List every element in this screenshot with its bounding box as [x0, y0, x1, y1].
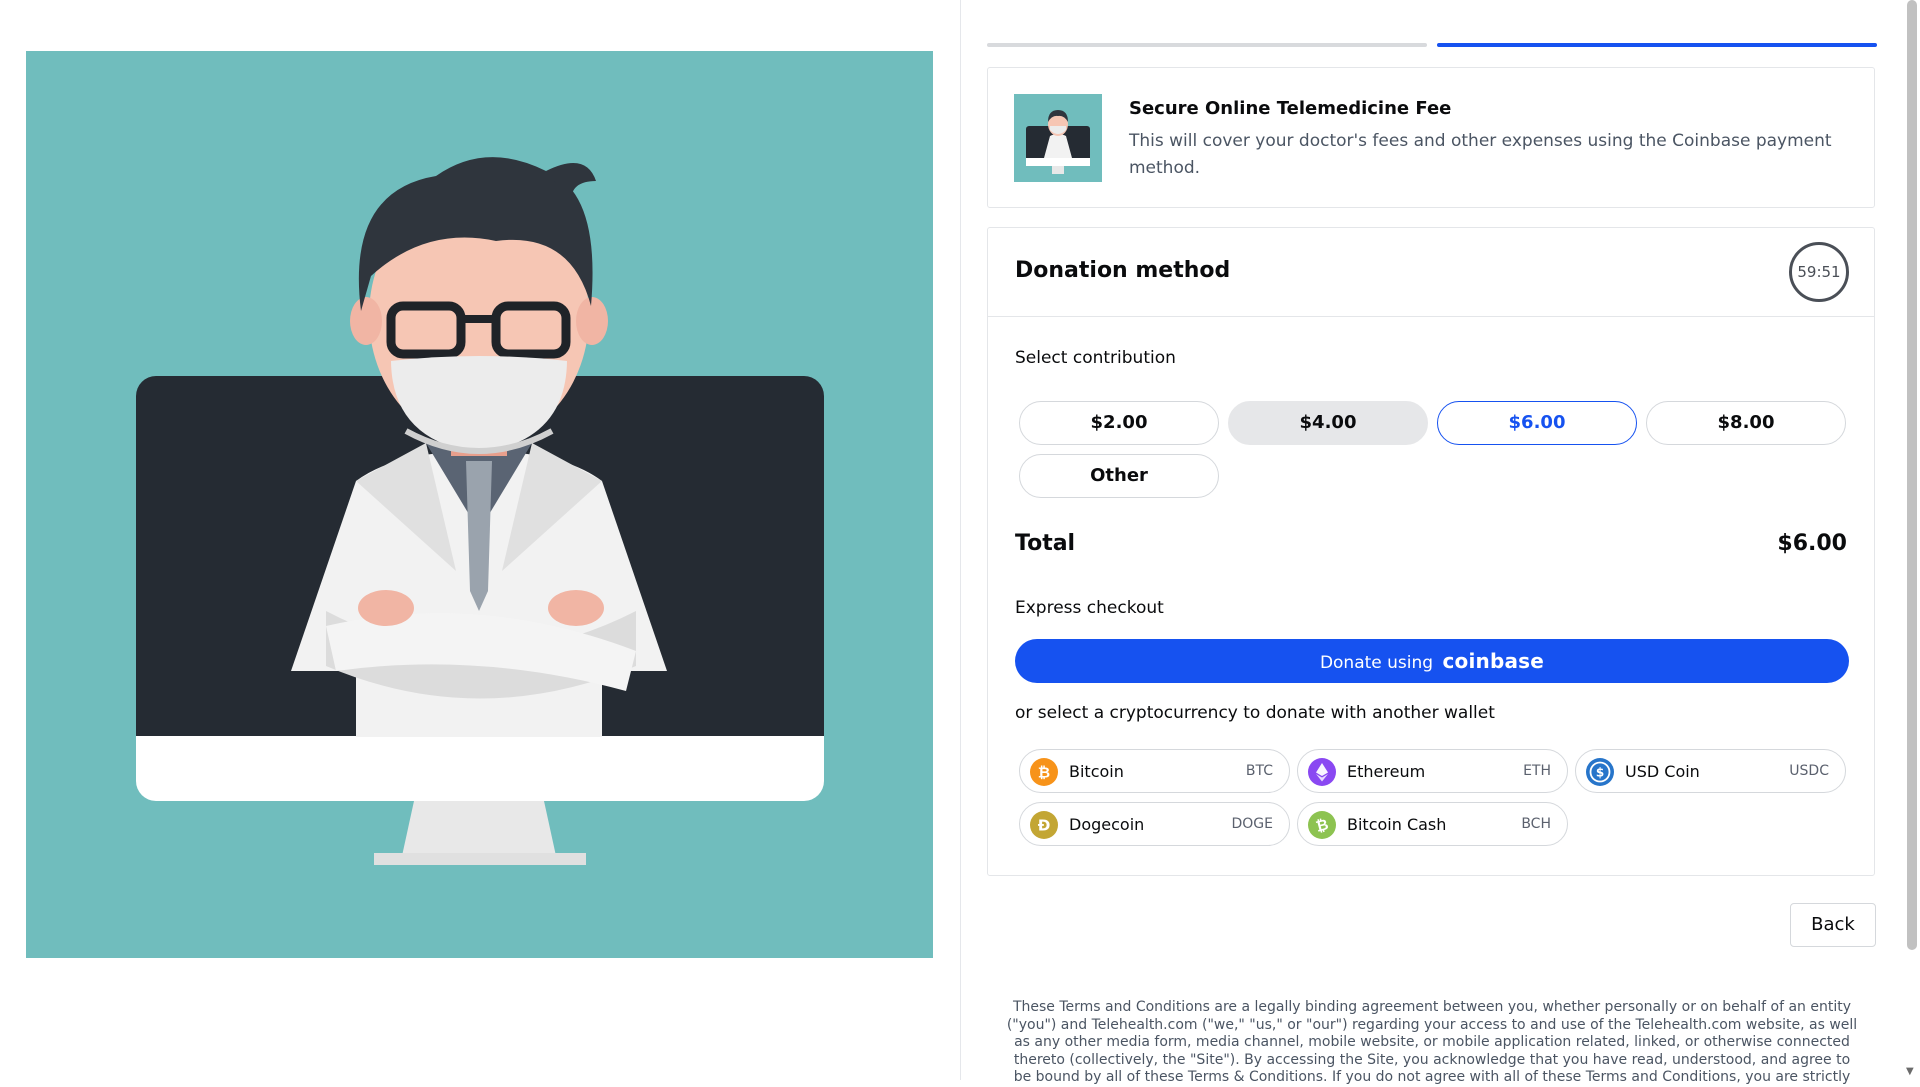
- total-value: $6.00: [1777, 531, 1847, 556]
- doctor-illustration: [26, 51, 933, 958]
- coin-ticker: BTC: [1245, 763, 1273, 779]
- product-title: Secure Online Telemedicine Fee: [1129, 98, 1452, 119]
- donation-title: Donation method: [1015, 258, 1231, 283]
- express-checkout-label: Express checkout: [1015, 598, 1164, 618]
- svg-text:₿: ₿: [1038, 764, 1050, 782]
- product-description: This will cover your doctor's fees and o…: [1129, 131, 1832, 178]
- coin-name: USD Coin: [1625, 762, 1700, 781]
- coin-name: Bitcoin Cash: [1347, 815, 1447, 834]
- column-divider: [960, 0, 961, 1080]
- coin-name: Ethereum: [1347, 762, 1426, 781]
- donation-header: Donation method 59:51: [988, 228, 1874, 317]
- ethereum-icon: [1308, 758, 1336, 786]
- product-card: Secure Online Telemedicine Fee This will…: [987, 67, 1875, 208]
- coin-ticker: ETH: [1523, 763, 1551, 779]
- coin-ticker: USDC: [1789, 763, 1829, 779]
- scroll-down-arrow-icon[interactable]: ▼: [1906, 1066, 1914, 1077]
- terms-and-conditions: These Terms and Conditions are a legally…: [1006, 999, 1858, 1085]
- progress-step-2: [1437, 43, 1877, 47]
- amount-option-6[interactable]: $6.00: [1437, 401, 1637, 445]
- back-button[interactable]: Back: [1790, 903, 1876, 947]
- usdc-icon: $: [1586, 758, 1614, 786]
- coin-option-ethereum[interactable]: Ethereum ETH: [1297, 749, 1568, 793]
- coin-name: Dogecoin: [1069, 815, 1145, 834]
- amount-option-other[interactable]: Other: [1019, 454, 1219, 498]
- coin-option-bitcoin[interactable]: ₿ Bitcoin BTC: [1019, 749, 1290, 793]
- dogecoin-icon: Ð: [1030, 811, 1058, 839]
- coinbase-button-prefix: Donate using: [1319, 653, 1434, 673]
- countdown-timer: 59:51: [1789, 242, 1849, 302]
- total-label: Total: [1015, 531, 1076, 556]
- select-contribution-label: Select contribution: [1015, 348, 1176, 368]
- coinbase-logo: coinbase: [1442, 649, 1545, 673]
- alt-wallet-label: or select a cryptocurrency to donate wit…: [1015, 703, 1495, 723]
- coin-ticker: DOGE: [1231, 816, 1274, 832]
- donate-coinbase-button[interactable]: Donate using coinbase: [1015, 639, 1849, 683]
- coin-option-dogecoin[interactable]: Ð Dogecoin DOGE: [1019, 802, 1290, 846]
- coin-option-bitcoin-cash[interactable]: ₿ Bitcoin Cash BCH: [1297, 802, 1568, 846]
- coin-name: Bitcoin: [1069, 762, 1124, 781]
- svg-text:Ð: Ð: [1038, 817, 1051, 835]
- bitcoin-icon: ₿: [1030, 758, 1058, 786]
- coin-option-usd-coin[interactable]: $ USD Coin USDC: [1575, 749, 1846, 793]
- product-thumbnail: [1014, 94, 1102, 182]
- amount-option-2[interactable]: $2.00: [1019, 401, 1219, 445]
- progress-step-1: [987, 43, 1427, 47]
- coin-ticker: BCH: [1521, 816, 1551, 832]
- bitcoin-cash-icon: ₿: [1308, 811, 1336, 839]
- donation-card: Donation method 59:51 Select contributio…: [987, 227, 1875, 876]
- scrollbar-thumb[interactable]: [1907, 0, 1917, 950]
- amount-option-4[interactable]: $4.00: [1228, 401, 1428, 445]
- amount-option-8[interactable]: $8.00: [1646, 401, 1846, 445]
- svg-text:$: $: [1596, 766, 1604, 780]
